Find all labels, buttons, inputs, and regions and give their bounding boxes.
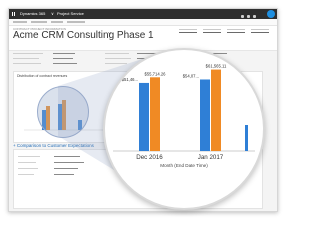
app-name[interactable]: Dynamics 365 [20,9,45,19]
x-tick-label: Dec 2016 [136,154,163,161]
record-header: CONTRACT PROJECT INFORMATION Acme CRM Co… [9,26,277,51]
user-avatar-icon[interactable] [267,10,275,18]
page-title: Acme CRM Consulting Phase 1 [13,30,154,41]
header-field [203,29,221,35]
zoomed-bar-chart: $51,46... $55,714.26 Dec 2016 $54,07... $61,… [113,64,255,168]
chevron-down-icon[interactable]: ∨ [51,9,54,19]
task-icon[interactable] [247,15,250,18]
bar-dec-2016-s1 [139,82,149,151]
x-tick-label: Jan 2017 [198,154,224,161]
header-field [179,29,197,35]
data-label: $51,46... [122,77,138,82]
area-name[interactable]: Project Service [57,9,84,19]
top-navigation-bar: Dynamics 365 ∨ Project Service [9,9,277,28]
command-delete[interactable] [51,21,63,23]
search-icon[interactable] [241,15,244,18]
data-label: $54,07... [183,73,199,78]
data-label: $61,565.11 [206,64,227,69]
partial-bar-right [245,125,248,151]
x-axis-label: Month (End Date Time) [160,163,208,168]
waffle-icon[interactable] [12,12,16,16]
header-field [251,29,269,35]
command-refresh[interactable] [67,21,85,23]
data-label: $55,714.26 [145,71,167,76]
bar-dec-2016-s2 [150,77,160,151]
command-new[interactable] [31,21,47,23]
bar-jan-2017-s1 [200,79,210,151]
toolbar-icons [241,12,263,28]
header-field [227,29,245,35]
section-title[interactable]: + Comparison to Customer Expectations [13,143,94,148]
bar-jan-2017-s2 [211,69,221,151]
command-bar [9,19,277,26]
zoomed-chart: $51,46... $55,714.26 Dec 2016 $54,07... $61,… [103,48,265,210]
card-title: Distribution of contract revenues [17,74,68,78]
command-save[interactable] [13,21,27,23]
settings-icon[interactable] [253,15,256,18]
magnifier-lens-source [37,86,89,138]
chevron-down-icon[interactable]: ˅ [108,32,112,38]
